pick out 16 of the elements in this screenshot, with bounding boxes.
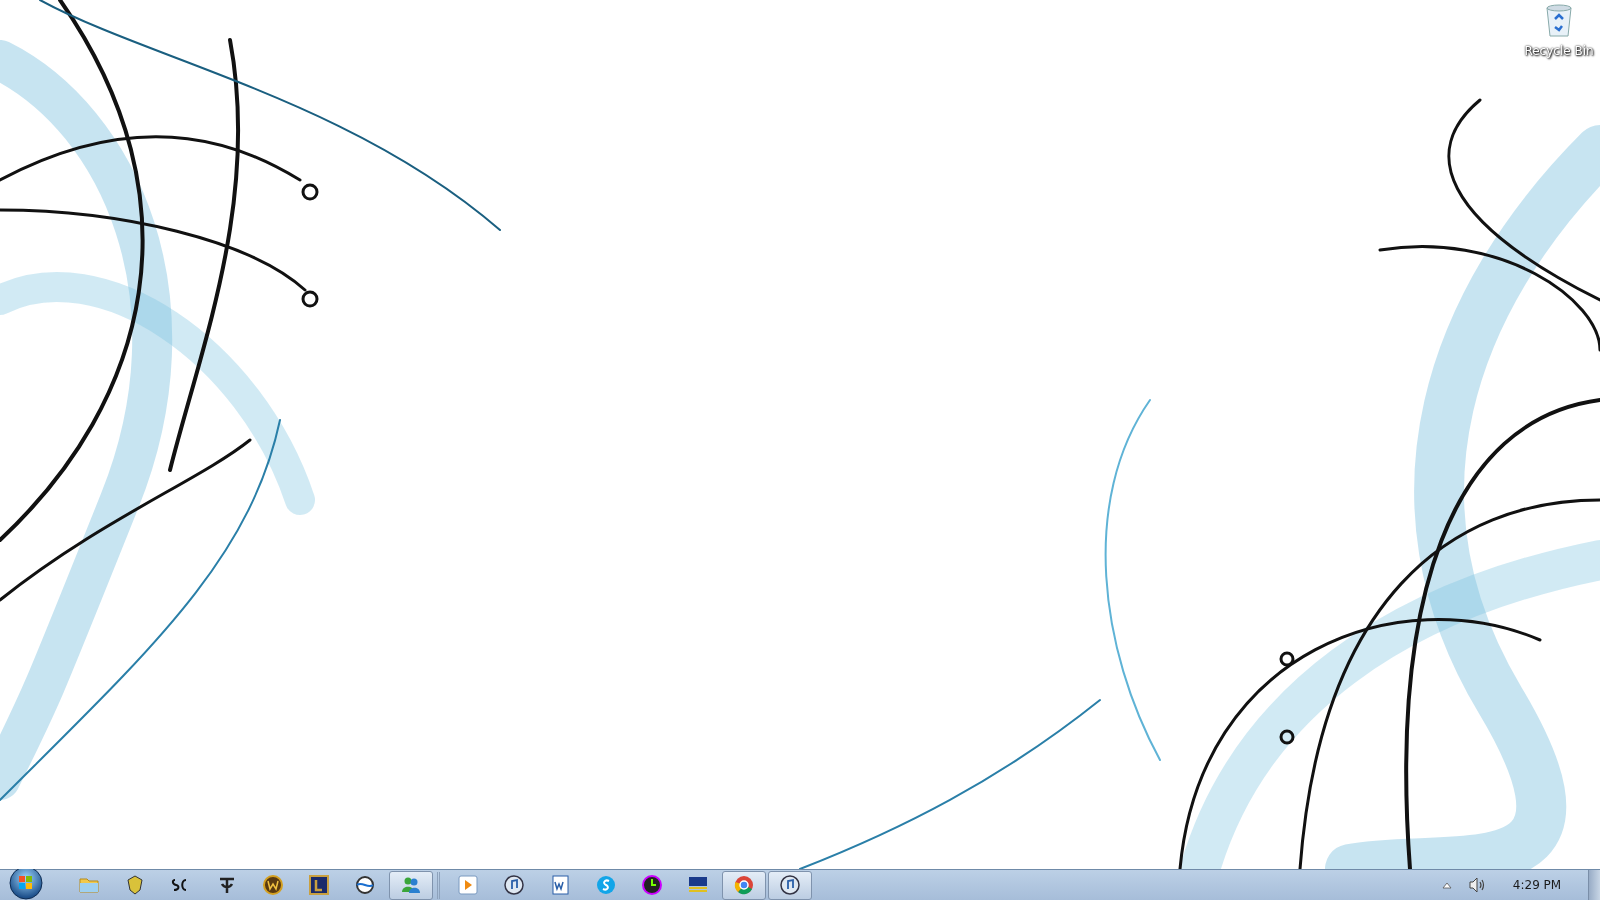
taskbar-button[interactable] (768, 870, 812, 900)
disc-icon (262, 874, 284, 896)
document-icon (549, 874, 571, 896)
globe-icon (354, 874, 376, 896)
recycle-bin-icon[interactable] (1544, 4, 1574, 38)
clock-icon (641, 874, 663, 896)
chat-bubble-icon (595, 874, 617, 896)
shield-icon (124, 874, 146, 896)
speaker-icon[interactable] (1468, 877, 1486, 893)
start-button[interactable] (9, 866, 43, 900)
show-hidden-icons-icon[interactable] (1442, 881, 1452, 889)
desktop-icon-label[interactable]: Recycle Bin (1524, 44, 1594, 58)
browser-icon (733, 874, 755, 896)
square-logo-icon (308, 874, 330, 896)
clock-time[interactable]: 4:29 PM (1502, 876, 1572, 894)
play-icon (457, 874, 479, 896)
